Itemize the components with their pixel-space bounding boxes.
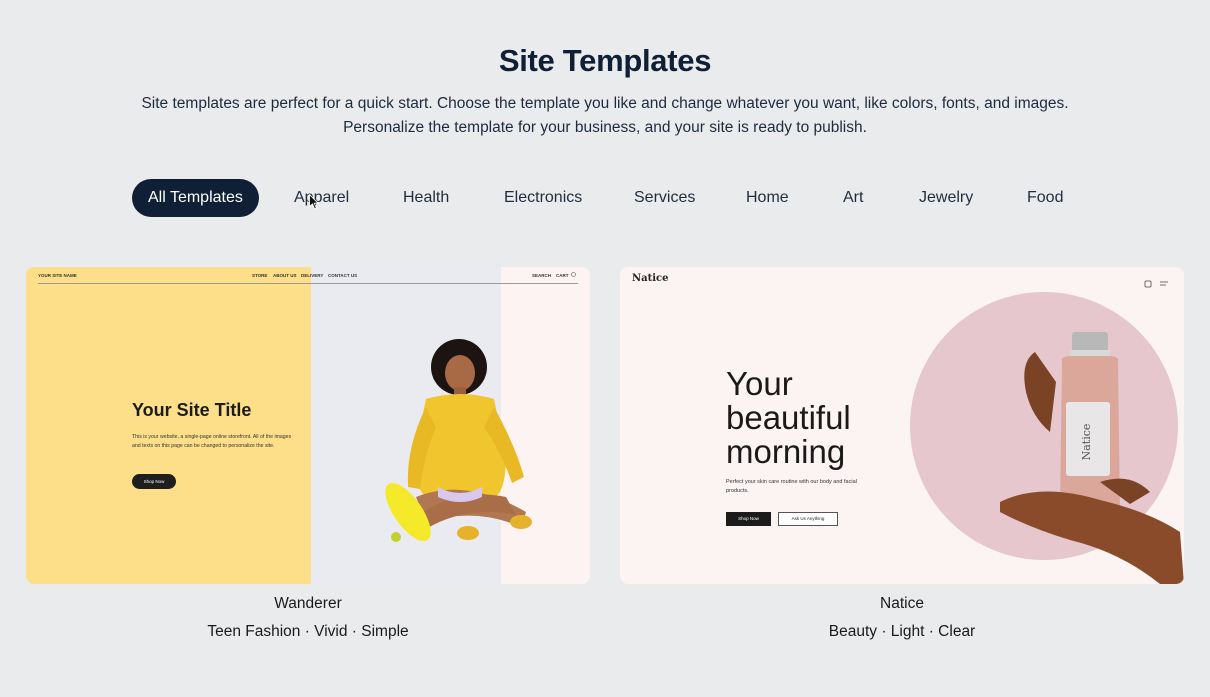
category-all-templates[interactable]: All Templates [132,179,259,217]
intro-text: Site templates are perfect for a quick s… [0,92,1210,140]
template-name-natice[interactable]: Natice [620,595,1184,613]
intro-line-1: Site templates are perfect for a quick s… [141,95,1069,112]
category-electronics[interactable]: Electronics [504,179,582,217]
template-tags-natice: Beauty · Light · Clear [828,623,976,640]
category-art[interactable]: Art [843,179,863,217]
natice-preview-headline: Your beautiful morning [726,367,851,469]
natice-preview-ask-button: Ask Us Anything [778,512,838,526]
wanderer-preview-shop-button: Shop Now [132,474,176,489]
page-title: Site Templates [498,43,712,78]
natice-headline-line-1: Your [726,365,793,402]
wanderer-preview-left-panel [26,267,311,584]
category-health[interactable]: Health [403,179,449,217]
category-home[interactable]: Home [746,179,789,217]
natice-headline-line-2: beautiful [726,399,851,436]
category-apparel[interactable]: Apparel [294,179,349,217]
wanderer-nav-contact: CONTACT US [328,273,358,278]
wanderer-nav-search: SEARCH [532,273,552,278]
wanderer-preview-description: This is your website, a single-page onli… [132,434,292,449]
natice-preview-shop-button: Shop Now [726,512,771,526]
natice-preview-logo: Natice [632,273,669,284]
category-jewelry[interactable]: Jewelry [919,179,973,217]
natice-bottle-label: Natice [1080,424,1093,461]
wanderer-nav-cart: CART [556,273,569,278]
natice-preview-nav-icons [1144,275,1170,293]
wanderer-site-name: YOUR SITE NAME [38,273,77,278]
category-food[interactable]: Food [1027,179,1063,217]
mouse-cursor-icon [309,194,319,210]
natice-bag-icon [1144,280,1152,288]
natice-product-photo: Natice [1000,332,1184,584]
wanderer-preview-nav: YOUR SITE NAME STORE ABOUT US DELIVERY C… [38,272,578,284]
wanderer-model-photo [385,339,532,542]
template-card-wanderer[interactable]: YOUR SITE NAME STORE ABOUT US DELIVERY C… [26,267,590,584]
wanderer-nav-store: STORE [252,273,268,278]
wanderer-preview-title: Your Site Title [132,400,252,420]
wanderer-nav-about: ABOUT US [273,273,297,278]
natice-preview-subtitle: Perfect your skin care routine with our … [726,479,857,494]
wanderer-nav-delivery: DELIVERY [301,273,324,278]
wanderer-cart-icon [571,272,576,278]
template-name-wanderer[interactable]: Wanderer [26,595,590,613]
natice-headline-line-3: morning [726,433,846,470]
template-card-natice[interactable]: Natice Your beautiful morning Perfect yo… [620,267,1184,584]
category-services[interactable]: Services [634,179,695,217]
template-tags-wanderer: Teen Fashion · Vivid · Simple [207,623,409,640]
intro-line-2: Personalize the template for your busine… [343,119,867,136]
